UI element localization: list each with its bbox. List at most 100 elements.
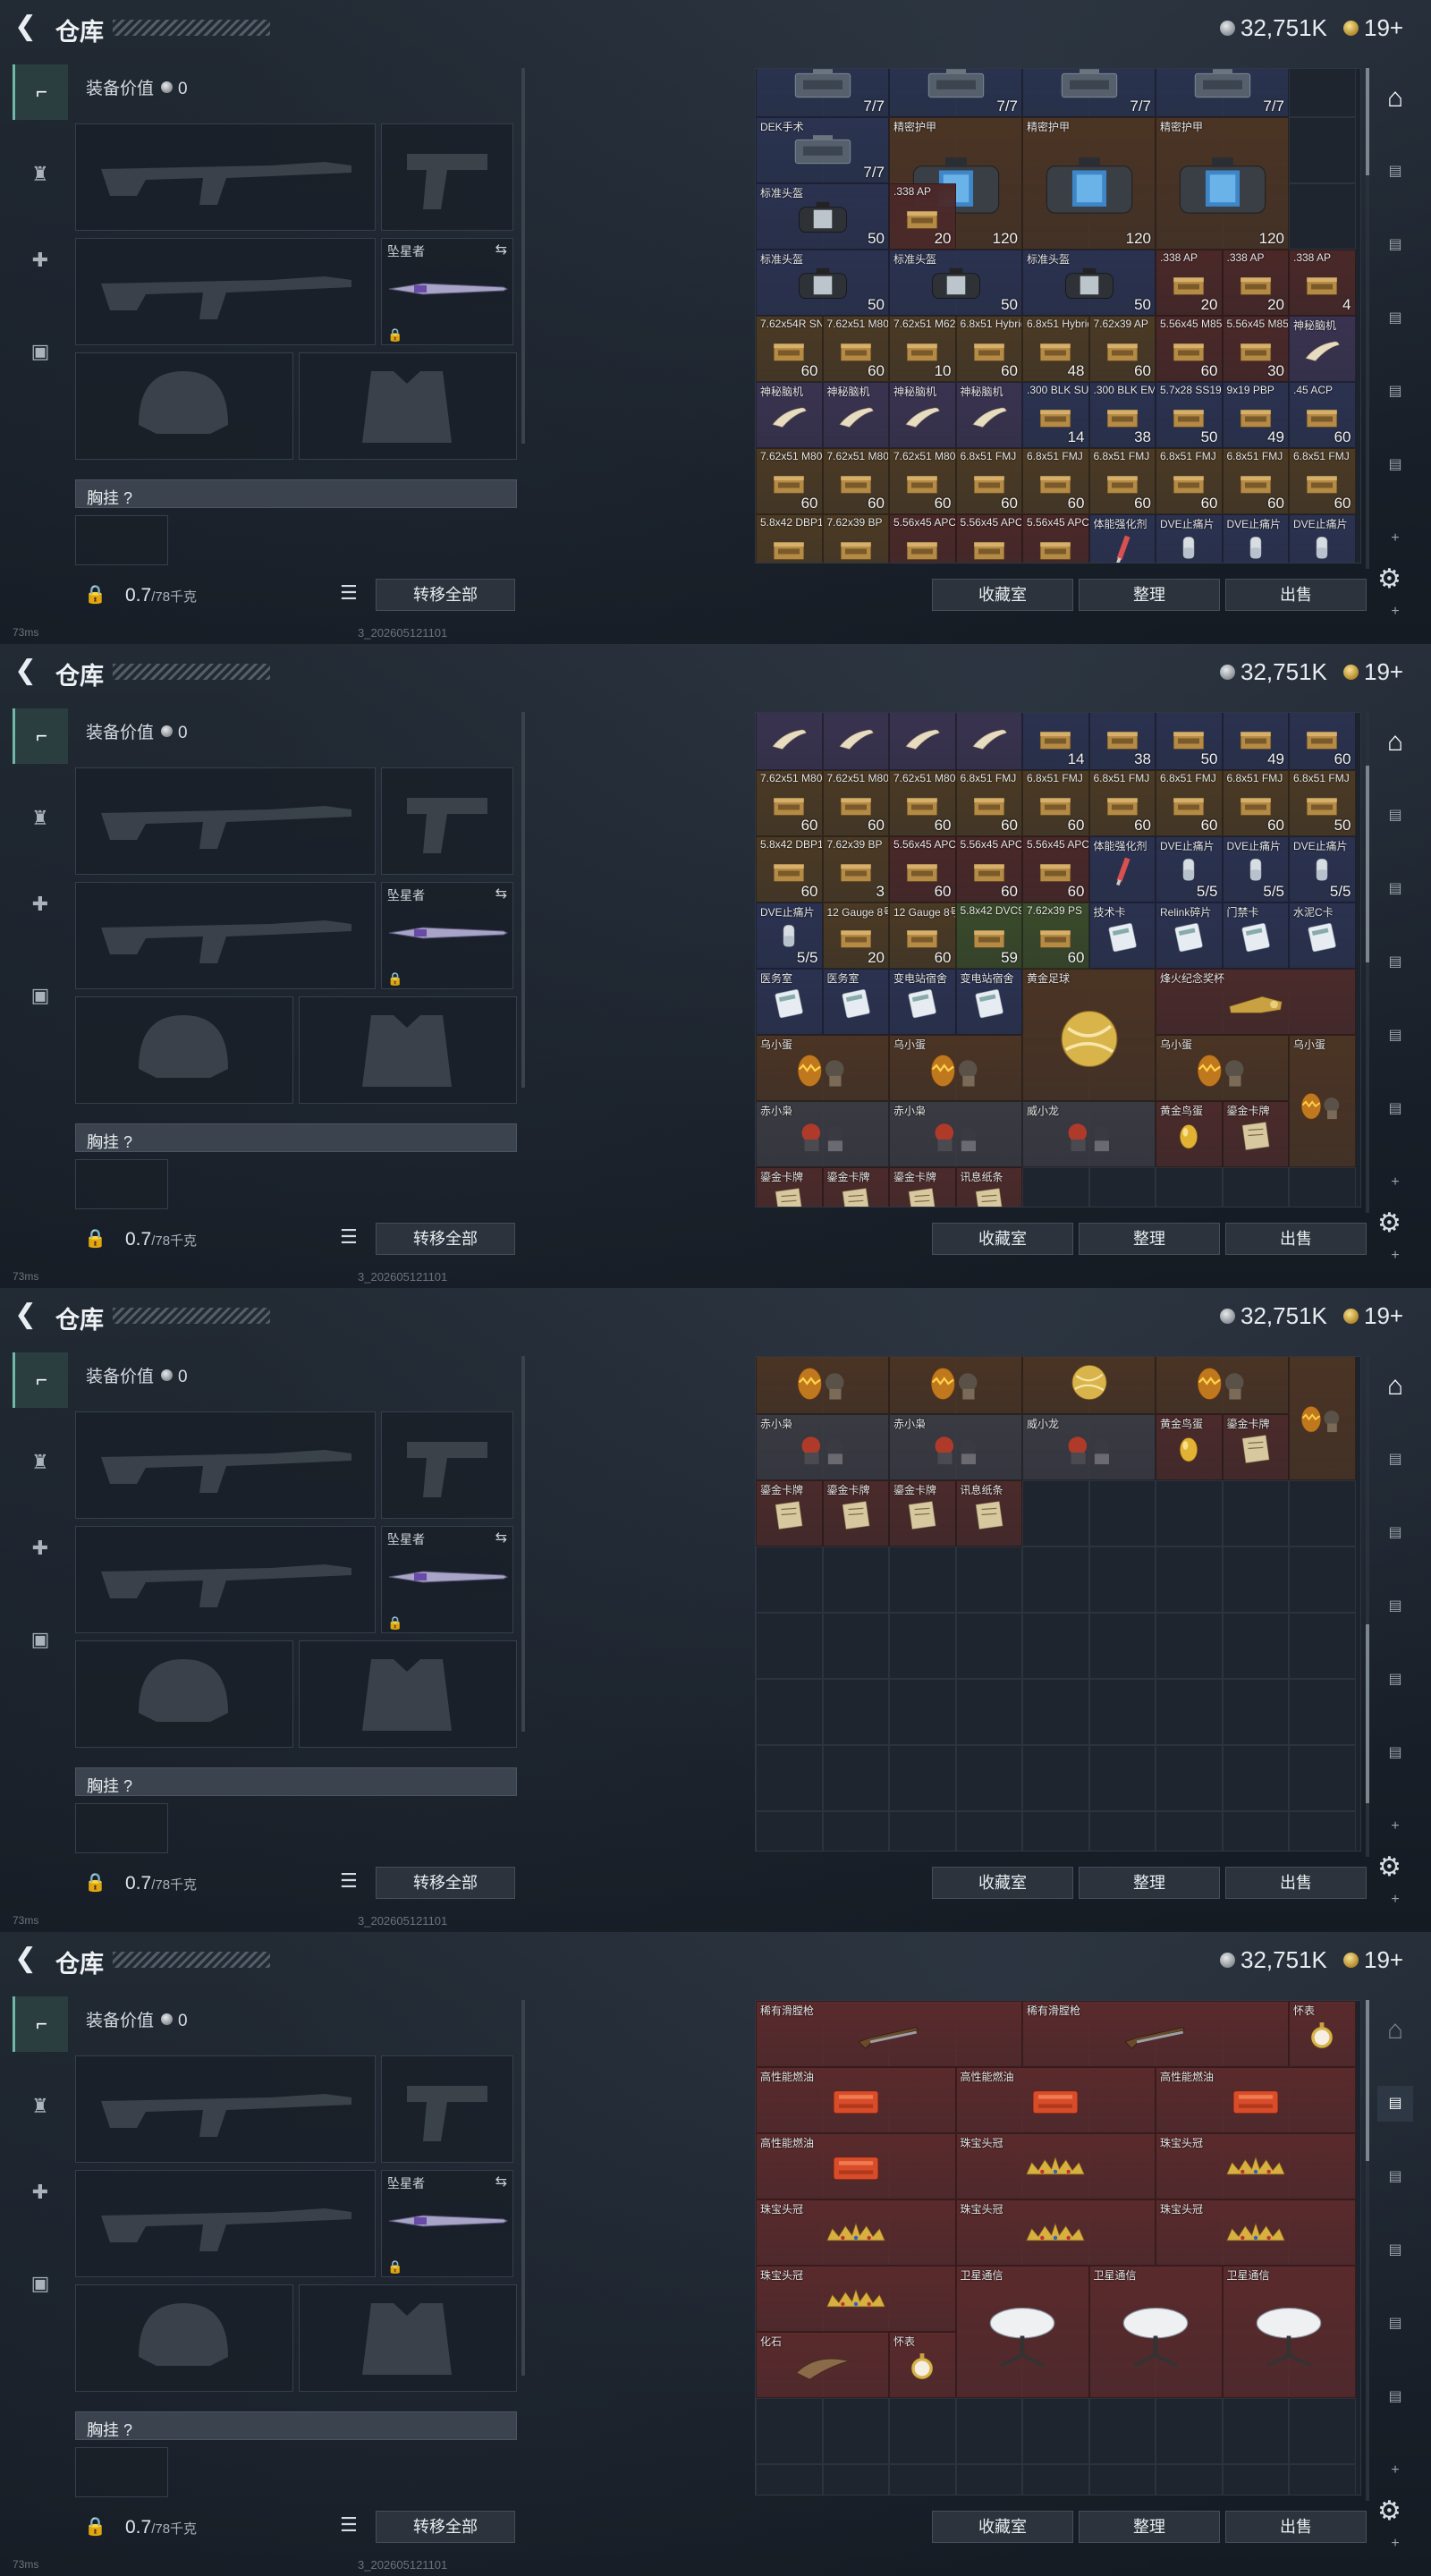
add-tab-icon[interactable]: + [1377,1165,1413,1200]
inventory-item[interactable]: 变电站宿舍 [955,969,1022,1035]
home-tab-icon[interactable]: ⌂ [1377,80,1413,116]
more-tab-icon[interactable]: + [1377,1882,1413,1918]
storage-tab-2-icon[interactable]: ▤ [1377,1515,1413,1551]
swap-arrows-icon[interactable]: ⇆ [495,2173,507,2190]
inventory-item[interactable]: 7.62x51 M80 60 [822,448,889,514]
inventory-item[interactable]: 标准头盔 50 [756,183,889,250]
inventory-item[interactable]: DVE止痛片 5/5 [1222,836,1289,902]
storage-tab-4-icon[interactable]: ▤ [1377,1018,1413,1054]
inventory-item[interactable]: 6.8x51 FMJ 60 [1222,770,1289,836]
inventory-item[interactable]: 7.62x39 BP [822,514,889,563]
inventory-item[interactable]: 精密护甲 120 [1156,117,1289,250]
inventory-item[interactable]: 珠宝头冠 [955,2199,1156,2266]
storage-tab-3-icon[interactable]: ▤ [1377,301,1413,336]
bag-tab-icon[interactable]: ▣ [13,968,68,1023]
storage-tab-2-icon[interactable]: ▤ [1377,871,1413,907]
vest-header[interactable]: 胸挂 ? [75,479,517,508]
equipment-scrollbar[interactable] [521,2000,525,2376]
armor-slot[interactable] [299,2284,517,2392]
inventory-item[interactable]: 标准头盔 50 [889,250,1022,316]
inventory-item[interactable]: 赤小枭 [756,1414,889,1480]
inventory-item[interactable]: 珠宝头冠 [1156,2199,1356,2266]
secondary-weapon-slot[interactable] [75,1526,376,1633]
inventory-item[interactable]: 49 [1222,713,1289,770]
inventory-item[interactable]: 技术卡 [1088,902,1156,969]
armor-slot[interactable] [299,996,517,1104]
inventory-item[interactable]: 38 [1088,713,1156,770]
inventory-item[interactable]: .338 AP 20 [889,183,956,250]
inventory-item[interactable]: 7.62x54R SNB 60 [756,316,823,382]
sell-button[interactable]: 出售 [1225,579,1367,611]
inventory-item[interactable]: 6.8x51 FMJ 60 [1088,448,1156,514]
inventory-item[interactable] [889,1357,1022,1414]
inventory-item[interactable]: 精密护甲 120 [1022,117,1156,250]
inventory-item[interactable]: 门禁卡 [1222,902,1289,969]
inventory-item[interactable]: DEK手术7/7 [1156,69,1289,117]
equipment-scrollbar[interactable] [521,712,525,1088]
inventory-item[interactable]: 体能强化剂 [1088,514,1156,563]
vest-header[interactable]: 胸挂 ? [75,1123,517,1152]
melee-slot[interactable]: 坠星者 ⇆ 🔒 [381,2170,513,2277]
storage-tab-4-icon[interactable]: ▤ [1377,2306,1413,2342]
inventory-item[interactable]: 怀表 [1289,2001,1356,2067]
bag-tab-icon[interactable]: ▣ [13,2256,68,2311]
inventory-item[interactable]: 60 [1289,713,1356,770]
inventory-item[interactable]: 高性能燃油 [756,2067,956,2133]
medkit-tab-icon[interactable]: ✚ [13,2165,68,2220]
inventory-item[interactable]: 怀表 [889,2332,956,2398]
inventory-item[interactable]: 乌小蛋 [1156,1035,1289,1101]
inventory-item[interactable]: 50 [1156,713,1223,770]
inventory-item[interactable] [1289,1357,1356,1480]
list-icon[interactable]: ☰ [340,581,358,605]
inventory-item[interactable]: 珠宝头冠 [1156,2133,1356,2199]
inventory-item[interactable]: 珠宝头冠 [955,2133,1156,2199]
inventory-item[interactable]: DEK手术7/7 [889,69,1022,117]
swap-arrows-icon[interactable]: ⇆ [495,1529,507,1546]
home-tab-icon[interactable]: ⌂ [1377,2012,1413,2048]
inventory-item[interactable] [756,1357,889,1414]
inventory-item[interactable]: 6.8x51 FMJ 60 [1156,770,1223,836]
home-tab-icon[interactable]: ⌂ [1377,1368,1413,1404]
inventory-item[interactable] [1022,1357,1156,1414]
back-arrow-icon[interactable]: ❮ [14,657,39,684]
inventory-item[interactable]: .300 BLK SUB 14 [1022,382,1089,448]
storage-tab-1-icon[interactable]: ▤ [1377,1442,1413,1478]
inventory-item[interactable]: 7.62x51 M80 60 [756,770,823,836]
armor-slot[interactable] [299,1640,517,1748]
storage-tab-1-icon[interactable]: ▤ [1377,2086,1413,2122]
swap-arrows-icon[interactable]: ⇆ [495,241,507,258]
inventory-item[interactable]: 6.8x51 FMJ 60 [1289,448,1356,514]
armor-slot[interactable] [299,352,517,460]
sell-button[interactable]: 出售 [1225,2511,1367,2543]
inventory-item[interactable]: 变电站宿舍 [889,969,956,1035]
inventory-item[interactable]: 7.62x51 M80 60 [889,770,956,836]
vest-slot[interactable] [75,2447,168,2497]
inventory-item[interactable]: 6.8x51 FMJ 60 [1022,770,1089,836]
storage-tab-4-icon[interactable]: ▤ [1377,374,1413,410]
armor-tab-icon[interactable]: ♜ [13,147,68,202]
armor-tab-icon[interactable]: ♜ [13,791,68,846]
sort-button[interactable]: 整理 [1079,1223,1220,1255]
move-all-button[interactable]: 转移全部 [376,1867,515,1899]
inventory-item[interactable]: 鎏金卡牌 [822,1167,889,1207]
inventory-item[interactable]: 12 Gauge 8号 20 [822,902,889,969]
bag-tab-icon[interactable]: ▣ [13,1612,68,1667]
inventory-item[interactable] [822,713,889,770]
inventory-item[interactable]: 黄金足球 [1022,969,1156,1101]
add-tab-icon[interactable]: + [1377,2453,1413,2488]
primary-weapon-slot[interactable] [75,123,376,231]
inventory-item[interactable]: .45 ACP 60 [1289,382,1356,448]
inventory-scrollbar[interactable] [1366,1356,1369,1857]
inventory-item[interactable]: 体能强化剂 [1088,836,1156,902]
inventory-item[interactable]: 赤小枭 [889,1101,1022,1167]
vest-header[interactable]: 胸挂 ? [75,2411,517,2440]
storage-tab-1-icon[interactable]: ▤ [1377,154,1413,190]
sort-button[interactable]: 整理 [1079,2511,1220,2543]
back-arrow-icon[interactable]: ❮ [14,1945,39,1972]
helmet-slot[interactable] [75,352,293,460]
inventory-item[interactable]: 珠宝头冠 [756,2199,956,2266]
collection-button[interactable]: 收藏室 [932,1867,1073,1899]
inventory-item[interactable]: 鎏金卡牌 [1222,1414,1289,1480]
medkit-tab-icon[interactable]: ✚ [13,877,68,932]
inventory-item[interactable]: 12 Gauge 8号 60 [889,902,956,969]
